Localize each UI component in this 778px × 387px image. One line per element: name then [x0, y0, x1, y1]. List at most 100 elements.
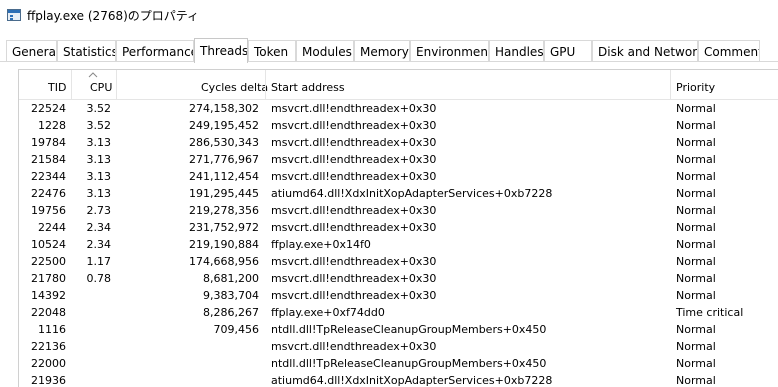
cell-priority: Normal: [676, 204, 716, 217]
cell-cycles-delta: 8,286,267: [203, 306, 259, 319]
column-divider[interactable]: [265, 70, 266, 100]
cell-tid: 21584: [31, 153, 66, 166]
cell-start-address: msvcrt.dll!endthreadex+0x30: [271, 340, 437, 353]
threads-list-header: TID CPU Cycles delta Start address Prior…: [19, 70, 778, 100]
tab-label: Memory: [360, 44, 409, 59]
cell-cpu: 0.78: [86, 272, 112, 285]
thread-row[interactable]: 22048 8,286,267 ffplay.exe+0xf74dd0 Time cr…: [19, 304, 778, 321]
thread-row[interactable]: 19756 2.73 219,278,356 msvcrt.dll!endthread…: [19, 202, 778, 219]
cell-cpu: 3.52: [86, 119, 112, 132]
column-header-tid[interactable]: TID: [48, 81, 66, 94]
tab-performance[interactable]: Performance: [116, 40, 194, 62]
tab-general[interactable]: General: [6, 40, 57, 62]
cell-cycles-delta: 271,776,967: [189, 153, 259, 166]
column-divider[interactable]: [670, 70, 671, 100]
column-header-priority[interactable]: Priority: [676, 81, 715, 94]
tab-label: Threads: [200, 44, 248, 58]
thread-row[interactable]: 22500 1.17 174,668,956 msvcrt.dll!endthread…: [19, 253, 778, 270]
cell-start-address: atiumd64.dll!XdxInitXopAdapterServices+0…: [271, 187, 553, 200]
cell-start-address: ffplay.exe+0x14f0: [271, 238, 371, 251]
cell-cpu: 2.34: [86, 221, 112, 234]
cell-priority: Normal: [676, 340, 716, 353]
tab-token[interactable]: Token: [248, 40, 296, 62]
cell-tid: 22524: [31, 102, 66, 115]
thread-row[interactable]: 1228 3.52 249,195,452 msvcrt.dll!endthreade…: [19, 117, 778, 134]
tab-label: Performance: [122, 44, 194, 59]
cell-cycles-delta: 241,112,454: [189, 170, 259, 183]
thread-row[interactable]: 2244 2.34 231,752,972 msvcrt.dll!endthreade…: [19, 219, 778, 236]
thread-row[interactable]: 21780 0.78 8,681,200 msvcrt.dll!endthreadex…: [19, 270, 778, 287]
thread-row[interactable]: 19784 3.13 286,530,343 msvcrt.dll!endthread…: [19, 134, 778, 151]
cell-priority: Normal: [676, 102, 716, 115]
cell-priority: Normal: [676, 357, 716, 370]
thread-row[interactable]: 22136 msvcrt.dll!endthreadex+0x30 Normal: [19, 338, 778, 355]
tab-memory[interactable]: Memory: [354, 40, 410, 62]
cell-start-address: ntdll.dll!TpReleaseCleanupGroupMembers+0…: [271, 357, 547, 370]
cell-tid: 22476: [31, 187, 66, 200]
cell-tid: 22344: [31, 170, 66, 183]
thread-row[interactable]: 21584 3.13 271,776,967 msvcrt.dll!endthread…: [19, 151, 778, 168]
cell-cycles-delta: 274,158,302: [189, 102, 259, 115]
window-title: ffplay.exe (2768)のプロパティ: [27, 9, 200, 23]
tab-environment[interactable]: Environment: [410, 40, 489, 62]
cell-priority: Normal: [676, 289, 716, 302]
cell-tid: 19784: [31, 136, 66, 149]
cell-tid: 2244: [38, 221, 66, 234]
cell-priority: Normal: [676, 136, 716, 149]
tab-label: Modules: [302, 44, 352, 59]
cell-cpu: 2.73: [86, 204, 112, 217]
cell-priority: Normal: [676, 119, 716, 132]
tab-statistics[interactable]: Statistics: [57, 40, 116, 62]
cell-cycles-delta: 286,530,343: [189, 136, 259, 149]
tab-modules[interactable]: Modules: [296, 40, 354, 62]
thread-row[interactable]: 22344 3.13 241,112,454 msvcrt.dll!endthread…: [19, 168, 778, 185]
cell-tid: 21780: [31, 272, 66, 285]
thread-row[interactable]: 22524 3.52 274,158,302 msvcrt.dll!endthread…: [19, 100, 778, 117]
threads-panel: TID CPU Cycles delta Start address Prior…: [18, 69, 778, 387]
cell-cycles-delta: 219,278,356: [189, 204, 259, 217]
cell-start-address: msvcrt.dll!endthreadex+0x30: [271, 204, 437, 217]
cell-priority: Normal: [676, 238, 716, 251]
cell-start-address: msvcrt.dll!endthreadex+0x30: [271, 153, 437, 166]
cell-start-address: msvcrt.dll!endthreadex+0x30: [271, 221, 437, 234]
column-divider[interactable]: [71, 70, 72, 100]
cell-tid: 21936: [31, 374, 66, 387]
cell-tid: 14392: [31, 289, 66, 302]
tab-disk-and-network[interactable]: Disk and Network: [592, 40, 698, 62]
cell-tid: 10524: [31, 238, 66, 251]
cell-cpu: 3.13: [86, 153, 112, 166]
tab-threads[interactable]: Threads: [194, 38, 248, 63]
tab-label: Handles: [495, 44, 544, 59]
cell-cpu: 3.13: [86, 170, 112, 183]
tab-label: Environment: [416, 44, 489, 59]
tab-baseline: [0, 61, 778, 62]
column-header-cpu[interactable]: CPU: [90, 81, 112, 94]
cell-priority: Time critical: [676, 306, 744, 319]
cell-start-address: msvcrt.dll!endthreadex+0x30: [271, 289, 437, 302]
thread-row[interactable]: 21936 atiumd64.dll!XdxInitXopAdapterServi…: [19, 372, 778, 387]
cell-cycles-delta: 219,190,884: [189, 238, 259, 251]
cell-tid: 1228: [38, 119, 66, 132]
column-header-start-address[interactable]: Start address: [271, 81, 345, 94]
cell-cpu: 3.52: [86, 102, 112, 115]
thread-row[interactable]: 14392 9,383,704 msvcrt.dll!endthreadex+0x3…: [19, 287, 778, 304]
tab-handles[interactable]: Handles: [489, 40, 544, 62]
cell-tid: 22136: [31, 340, 66, 353]
thread-row[interactable]: 10524 2.34 219,190,884 ffplay.exe+0x14f0 Nor…: [19, 236, 778, 253]
tab-gpu[interactable]: GPU: [544, 40, 592, 62]
cell-priority: Normal: [676, 255, 716, 268]
thread-row[interactable]: 22476 3.13 191,295,445 atiumd64.dll!XdxInit…: [19, 185, 778, 202]
thread-row[interactable]: 1116 709,456 ntdll.dll!TpReleaseCleanupGro…: [19, 321, 778, 338]
title-bar: ffplay.exe (2768)のプロパティ: [0, 0, 778, 36]
cell-cpu: 1.17: [86, 255, 112, 268]
tab-label: Statistics: [63, 44, 116, 59]
cell-tid: 19756: [31, 204, 66, 217]
tab-comment[interactable]: Comment: [698, 40, 760, 62]
cell-start-address: ffplay.exe+0xf74dd0: [271, 306, 385, 319]
cell-priority: Normal: [676, 374, 716, 387]
cell-cycles-delta: 249,195,452: [189, 119, 259, 132]
column-header-cycles-delta[interactable]: Cycles delta: [201, 81, 268, 94]
thread-row[interactable]: 22000 ntdll.dll!TpReleaseCleanupGroupMemb…: [19, 355, 778, 372]
column-divider[interactable]: [116, 70, 117, 100]
cell-priority: Normal: [676, 187, 716, 200]
